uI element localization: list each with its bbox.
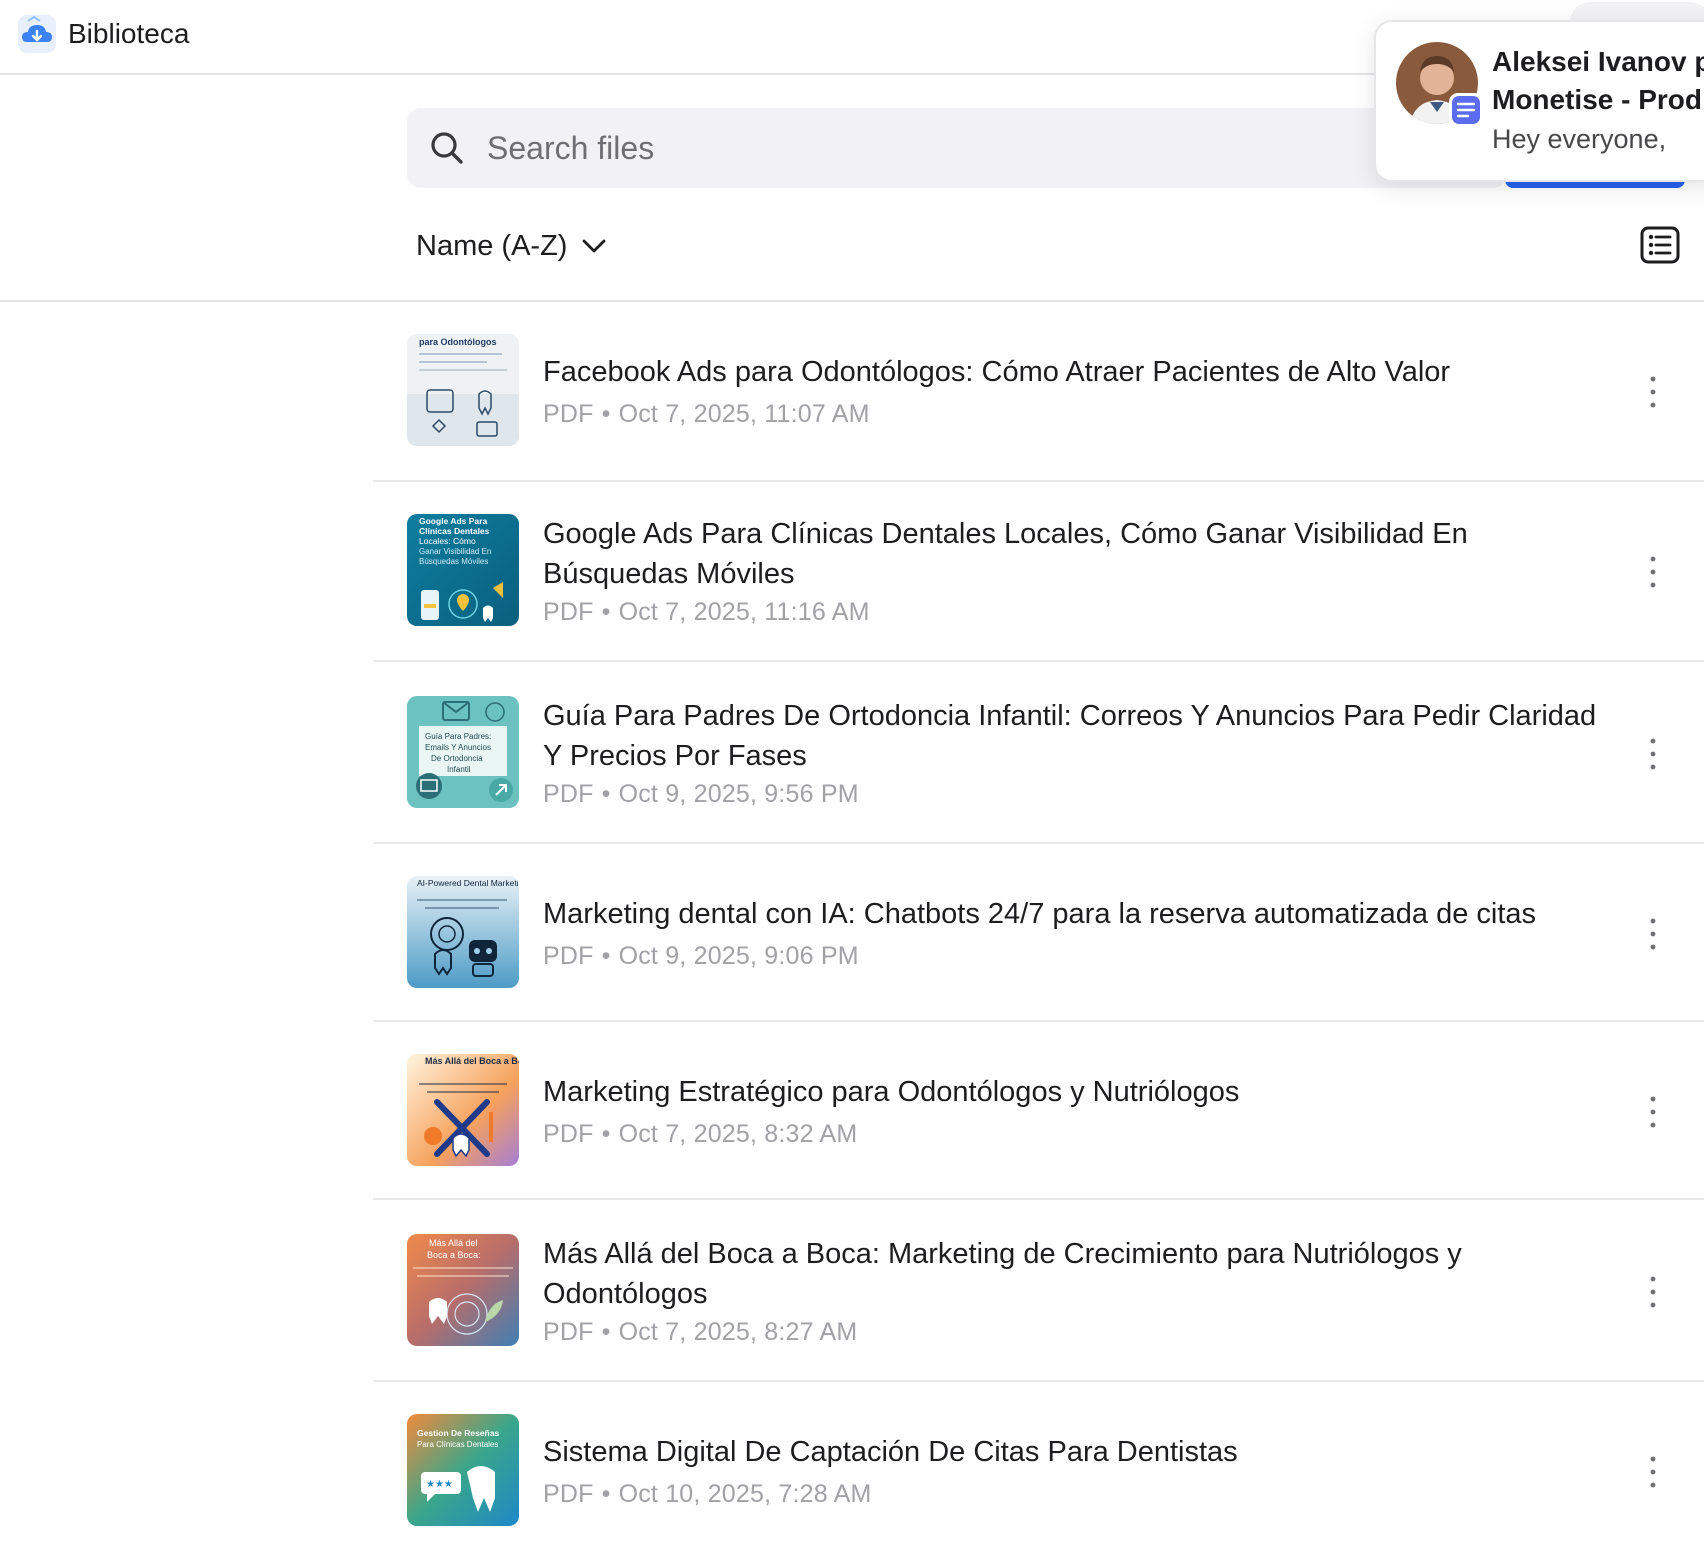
more-options-icon[interactable] [1641,1092,1665,1132]
chevron-down-icon [583,239,606,253]
cloud-library-icon [18,15,56,53]
file-row-1[interactable]: para Odontólogos Facebook Ads para Odont… [373,302,1704,482]
file-date: Oct 9, 2025, 9:56 PM [618,780,859,808]
more-options-icon[interactable] [1641,1272,1665,1312]
file-row-2[interactable]: Google Ads Para Clínicas Dentales Locale… [373,482,1704,662]
file-meta: PDF • Oct 10, 2025, 7:28 AM [543,1480,872,1508]
search-bar[interactable] [407,108,1507,188]
file-thumbnail: Gestion De Reseñas Para Clínicas Dentale… [407,1414,519,1526]
svg-text:★★★: ★★★ [426,1479,453,1490]
svg-text:Guía Para Padres:: Guía Para Padres: [425,732,491,741]
file-title: Marketing dental con IA: Chatbots 24/7 p… [543,898,1537,930]
svg-text:Ganar Visibilidad En: Ganar Visibilidad En [419,547,491,556]
file-row-3[interactable]: Guía Para Padres: Emails Y Anuncios De O… [373,662,1704,844]
file-title: Más Allá del Boca a Boca: Marketing de C… [543,1238,1462,1310]
file-thumbnail: Más Allá del Boca a Boca: [407,1234,519,1346]
file-type: PDF [543,1318,594,1346]
file-row-7[interactable]: Gestion De Reseñas Para Clínicas Dentale… [373,1382,1704,1558]
file-meta: PDF • Oct 7, 2025, 8:27 AM [543,1318,858,1346]
thumbnail-title: Más Allá del Boca a Boca: [425,1056,519,1066]
file-type: PDF [543,400,594,428]
file-thumbnail: Guía Para Padres: Emails Y Anuncios De O… [407,696,519,808]
channel-name: Monetise - Prod [1492,84,1703,115]
svg-text:Para Clínicas Dentales: Para Clínicas Dentales [417,1440,498,1449]
svg-text:Infantil: Infantil [447,765,471,774]
thumbnail-title: AI-Powered Dental Marketing: [417,878,519,888]
file-thumbnail: AI-Powered Dental Marketing: [407,876,519,988]
file-title: Sistema Digital De Captación De Citas Pa… [543,1436,1238,1468]
file-row-4[interactable]: AI-Powered Dental Marketing: Marketing d… [373,844,1704,1022]
search-icon [431,132,463,164]
more-options-icon[interactable] [1641,1452,1665,1492]
chat-app-icon [1449,93,1483,127]
more-options-icon[interactable] [1641,552,1665,592]
svg-text:De Ortodoncia: De Ortodoncia [431,754,483,763]
file-title: Guía Para Padres De Ortodoncia Infantil:… [543,700,1597,772]
more-options-icon[interactable] [1641,734,1665,774]
more-options-icon[interactable] [1641,372,1665,412]
file-title: Google Ads Para Clínicas Dentales Locale… [543,518,1468,590]
svg-text:Más Allá del: Más Allá del [429,1238,478,1248]
list-view-icon[interactable] [1640,226,1680,264]
file-row-6[interactable]: Más Allá del Boca a Boca: Más Allá del B… [373,1200,1704,1382]
file-date: Oct 10, 2025, 7:28 AM [618,1480,872,1508]
file-date: Oct 7, 2025, 8:32 AM [618,1120,858,1148]
file-date: Oct 9, 2025, 9:06 PM [618,942,859,970]
file-date: Oct 7, 2025, 8:27 AM [618,1318,858,1346]
message-preview: Hey everyone, [1492,124,1667,154]
file-meta: PDF • Oct 7, 2025, 8:32 AM [543,1120,858,1148]
file-date: Oct 7, 2025, 11:16 AM [618,598,870,626]
svg-text:Búsquedas Móviles: Búsquedas Móviles [419,557,488,566]
svg-text:Emails Y Anuncios: Emails Y Anuncios [425,743,491,752]
svg-text:Gestion De Reseñas: Gestion De Reseñas [417,1428,499,1438]
more-options-icon[interactable] [1641,914,1665,954]
file-title: Facebook Ads para Odontólogos: Cómo Atra… [543,356,1451,388]
file-meta: PDF • Oct 7, 2025, 11:16 AM [543,598,870,626]
file-meta: PDF • Oct 9, 2025, 9:56 PM [543,780,859,808]
sort-dropdown[interactable]: Name (A-Z) [416,226,607,266]
svg-text:Boca a Boca:: Boca a Boca: [427,1250,481,1260]
file-type: PDF [543,598,594,626]
sort-label: Name (A-Z) [416,229,568,262]
search-input[interactable] [487,108,1387,188]
file-thumbnail: Google Ads Para Clínicas Dentales Locale… [407,514,519,626]
file-row-5[interactable]: Más Allá del Boca a Boca: Marketing Estr… [373,1022,1704,1200]
app-title: Biblioteca [68,18,190,49]
svg-text:Google Ads Para: Google Ads Para [419,516,487,526]
file-type: PDF [543,1480,594,1508]
file-meta: PDF • Oct 7, 2025, 11:07 AM [543,400,870,428]
sender-name: Aleksei Ivanov p [1492,46,1704,77]
file-meta: PDF • Oct 9, 2025, 9:06 PM [543,942,859,970]
file-date: Oct 7, 2025, 11:07 AM [618,400,870,428]
file-thumbnail: para Odontólogos [407,334,519,446]
message-notification[interactable]: Aleksei Ivanov p Monetise - Prod Hey eve… [1374,20,1704,182]
svg-text:Clínicas Dentales: Clínicas Dentales [419,526,490,536]
file-type: PDF [543,1120,594,1148]
file-type: PDF [543,780,594,808]
svg-text:Locales: Cómo: Locales: Cómo [419,536,476,546]
file-title: Marketing Estratégico para Odontólogos y… [543,1076,1240,1108]
thumbnail-title: para Odontólogos [419,337,497,347]
file-type: PDF [543,942,594,970]
file-thumbnail: Más Allá del Boca a Boca: [407,1054,519,1166]
